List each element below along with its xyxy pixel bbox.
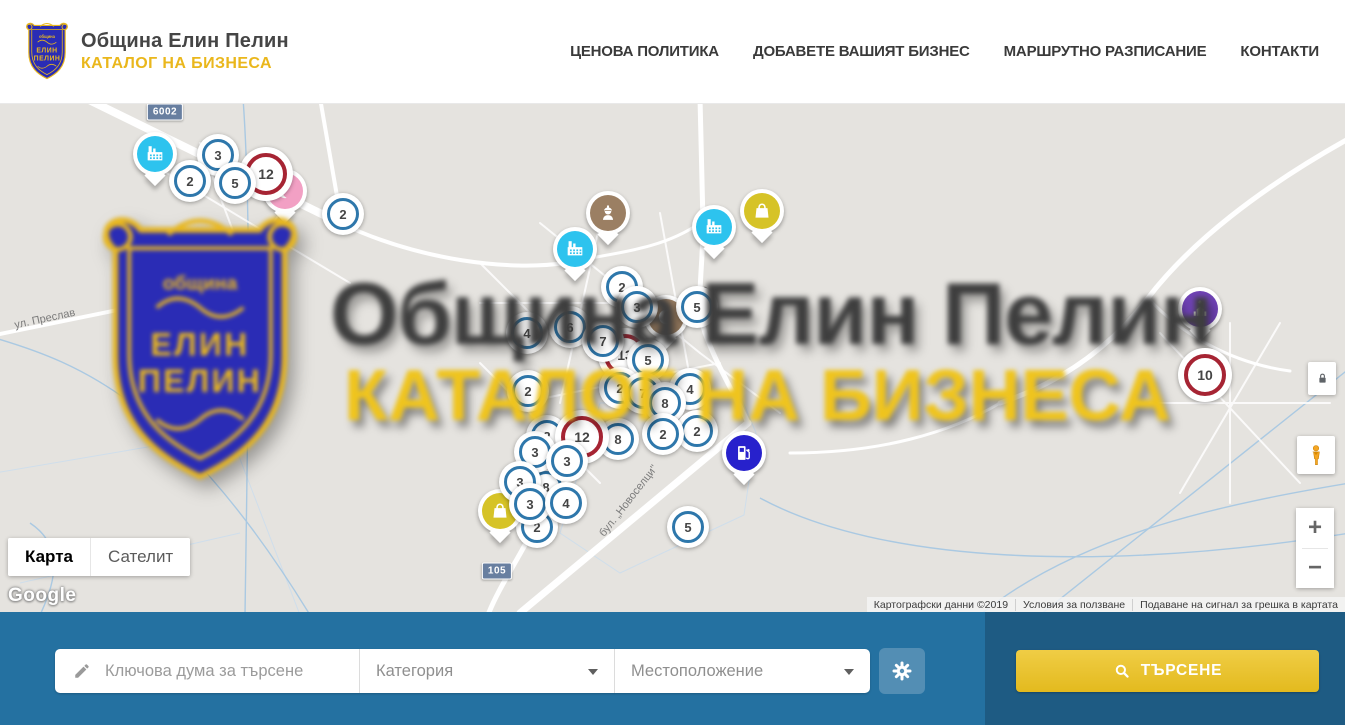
location-dropdown[interactable]: Местоположение bbox=[615, 649, 870, 693]
page: община ЕЛИН ПЕЛИН Община Елин Пелин КАТА… bbox=[0, 0, 1345, 725]
zoom-in-button[interactable]: + bbox=[1296, 508, 1334, 548]
category-dropdown[interactable]: Категория bbox=[360, 649, 615, 693]
attribution-item-1[interactable]: Условия за ползване bbox=[1015, 599, 1132, 611]
svg-text:ПЕЛИН: ПЕЛИН bbox=[34, 55, 61, 62]
nav-item-1[interactable]: ДОБАВЕТЕ ВАШИЯТ БИЗНЕС bbox=[753, 43, 970, 60]
lock-icon bbox=[1315, 371, 1330, 386]
category-dropdown-label: Категория bbox=[376, 662, 453, 681]
pegman-icon bbox=[1305, 442, 1327, 468]
map-type-satellite-button[interactable]: Сателит bbox=[90, 538, 190, 576]
svg-text:община: община bbox=[39, 34, 56, 39]
search-button-label: ТЪРСЕНЕ bbox=[1141, 662, 1223, 680]
nav-item-2[interactable]: МАРШРУТНО РАЗПИСАНИЕ bbox=[1004, 43, 1207, 60]
attribution-item-2[interactable]: Подаване на сигнал за грешка в картата bbox=[1132, 599, 1345, 611]
svg-text:ЕЛИН: ЕЛИН bbox=[36, 47, 57, 54]
lock-button[interactable] bbox=[1308, 362, 1336, 395]
keyword-section bbox=[55, 649, 360, 693]
map-attribution: Картографски данни ©2019Условия за ползв… bbox=[867, 597, 1345, 612]
search-settings-button[interactable] bbox=[879, 648, 925, 694]
map-canvas[interactable]: ул. Преславбул. „Новоселци"ци" 6002105 1… bbox=[0, 103, 1345, 612]
municipality-crest-logo[interactable]: община ЕЛИН ПЕЛИН bbox=[22, 22, 72, 81]
search-bar: Категория Местоположение bbox=[0, 612, 1345, 725]
zoom-control: + − bbox=[1296, 508, 1334, 588]
search-action-panel: ТЪРСЕНЕ bbox=[985, 612, 1345, 725]
search-button[interactable]: ТЪРСЕНЕ bbox=[1016, 650, 1319, 692]
site-subtitle: КАТАЛОГ НА БИЗНЕСА bbox=[81, 55, 289, 73]
google-logo[interactable]: Google bbox=[8, 585, 76, 607]
map-marker-layer-above: 10 bbox=[0, 103, 1345, 612]
chevron-down-icon bbox=[844, 669, 854, 675]
map-type-map-button[interactable]: Карта bbox=[8, 538, 90, 576]
map-cluster-marker[interactable]: 10 bbox=[1178, 348, 1232, 402]
main-nav: ЦЕНОВА ПОЛИТИКА ДОБАВЕТЕ ВАШИЯТ БИЗНЕС МАР… bbox=[570, 43, 1319, 60]
header: община ЕЛИН ПЕЛИН Община Елин Пелин КАТА… bbox=[0, 0, 1345, 103]
site-title: Община Елин Пелин bbox=[81, 30, 289, 53]
map-pin-fuel[interactable] bbox=[722, 431, 766, 475]
street-view-pegman-button[interactable] bbox=[1297, 436, 1335, 474]
nav-item-3[interactable]: КОНТАКТИ bbox=[1240, 43, 1319, 60]
search-icon bbox=[1113, 662, 1131, 680]
site-title-block: Община Елин Пелин КАТАЛОГ НА БИЗНЕСА bbox=[81, 30, 289, 73]
nav-item-0[interactable]: ЦЕНОВА ПОЛИТИКА bbox=[570, 43, 719, 60]
gear-icon bbox=[890, 659, 914, 683]
location-dropdown-label: Местоположение bbox=[631, 662, 763, 681]
attribution-item-0: Картографски данни ©2019 bbox=[867, 599, 1015, 611]
search-group: Категория Местоположение bbox=[55, 649, 870, 693]
keyword-search-input[interactable] bbox=[105, 662, 355, 681]
chevron-down-icon bbox=[588, 669, 598, 675]
zoom-out-button[interactable]: − bbox=[1296, 549, 1334, 589]
pencil-icon bbox=[73, 662, 91, 680]
map-type-control: Карта Сателит bbox=[8, 538, 190, 576]
fuel-icon bbox=[733, 442, 755, 464]
